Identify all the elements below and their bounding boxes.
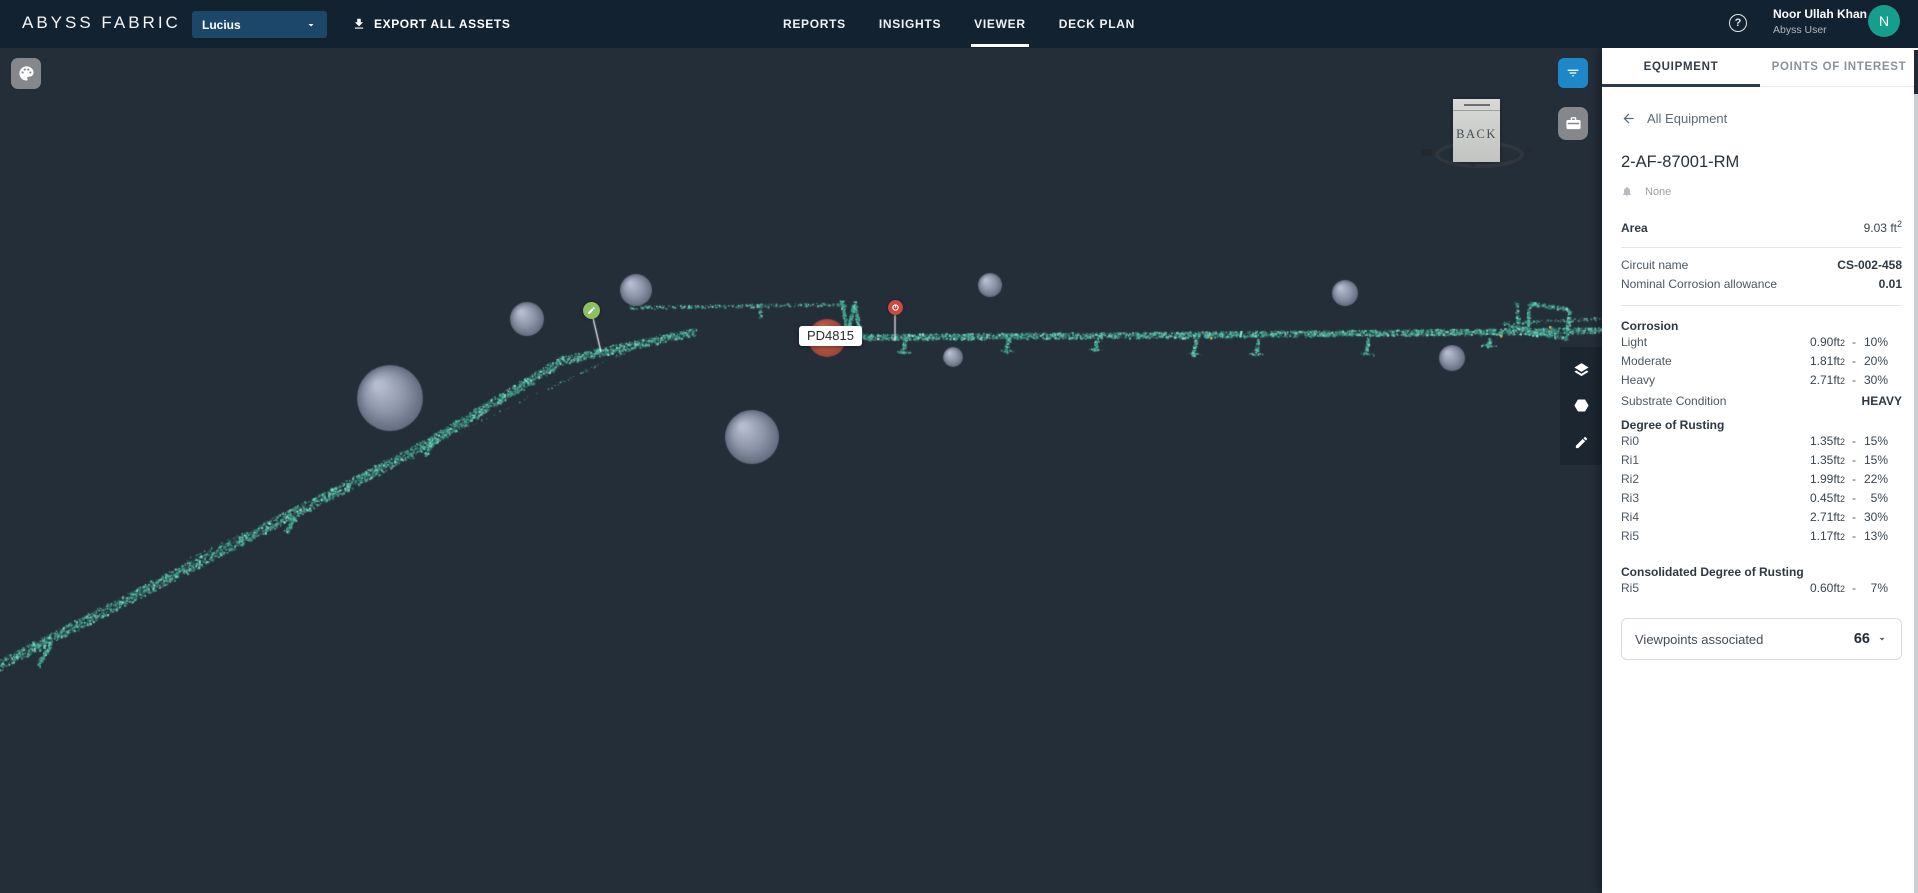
details-panel: EQUIPMENT POINTS OF INTEREST All Equipme… (1602, 48, 1918, 893)
abyss-fabric-app: { "topbar": { "logo": "ABYSS FABRIC", "s… (0, 0, 1918, 893)
corrosion-row: Moderate 1.81 ft 2-20% (1621, 354, 1902, 373)
row-value: 0.90 ft 2-10% (1809, 335, 1888, 349)
row-label: Heavy (1621, 373, 1656, 387)
rusting-row: Ri1 1.35 ft 2-15% (1621, 453, 1902, 472)
row-value: 1.81 ft 2-20% (1809, 354, 1888, 368)
target-icon (891, 303, 900, 312)
row-label: Ri5 (1621, 529, 1640, 543)
ring-mark-left (1421, 149, 1432, 156)
alarm-status: None (1645, 185, 1672, 198)
row-label: Moderate (1621, 354, 1672, 368)
row-value: 2.71 ft 2-30% (1809, 373, 1888, 387)
row-label: Ri1 (1621, 453, 1640, 467)
circuit-name-row: Circuit name CS-002-458 (1621, 258, 1902, 272)
tab-reports[interactable]: REPORTS (780, 0, 849, 48)
scrollbar-thumb[interactable] (1914, 50, 1918, 94)
row-label: Ri4 (1621, 510, 1640, 524)
corrosion-row: Heavy 2.71 ft 2-30% (1621, 373, 1902, 392)
palette-icon (18, 65, 35, 82)
user-role: Abyss User (1773, 24, 1827, 36)
row-label: Ri3 (1621, 491, 1640, 505)
row-value: 1.35 ft 2-15% (1809, 434, 1888, 448)
row-value: 1.17 ft 2-13% (1809, 529, 1888, 543)
rusting-row: Ri0 1.35 ft 2-15% (1621, 434, 1902, 453)
color-palette-button[interactable] (11, 58, 41, 89)
user-info: Noor Ullah Khan Abyss User (1773, 7, 1867, 37)
consolidated-row: Ri5 0.60 ft 2-7% (1621, 581, 1902, 600)
annotate-button[interactable] (1560, 425, 1602, 461)
bell-icon (1621, 185, 1633, 198)
viewer-toolstrip (1560, 347, 1602, 465)
substrate-condition-row: Substrate Condition HEAVY (1621, 394, 1902, 408)
row-label: Ri5 (1621, 581, 1640, 595)
user-name: Noor Ullah Khan (1773, 7, 1868, 21)
ring-mark-bottom: ≈ (1470, 160, 1476, 171)
hexagon-icon (1573, 397, 1590, 414)
equipment-tag-label[interactable]: PD4815 (799, 326, 862, 346)
help-icon[interactable]: ? (1729, 14, 1747, 32)
sign-top-strip (1453, 99, 1500, 111)
top-bar: ABYSS FABRIC Lucius EXPORT ALL ASSETS RE… (0, 0, 1918, 48)
area-value: 9.03 ft2 (1863, 219, 1902, 235)
viewpoints-dropdown[interactable]: Viewpoints associated 66 (1621, 618, 1902, 660)
main-nav: REPORTS INSIGHTS VIEWER DECK PLAN (0, 0, 1918, 48)
row-value: 0.45 ft 2-5% (1809, 491, 1888, 505)
rusting-row: Ri5 1.17 ft 2-13% (1621, 529, 1902, 548)
ring-mark-right: ≈ (1525, 143, 1532, 157)
hexagon-button[interactable] (1560, 388, 1602, 424)
panel-scrollbar[interactable] (1914, 50, 1918, 893)
consolidated-rusting-header: Consolidated Degree of Rusting (1621, 564, 1804, 579)
row-label: Ri2 (1621, 472, 1640, 486)
rusting-row: Ri3 0.45 ft 2-5% (1621, 491, 1902, 510)
toolbox-button[interactable] (1558, 107, 1588, 140)
red-poi-pin[interactable] (888, 300, 903, 315)
sign-text: BACK (1456, 127, 1497, 141)
avatar[interactable]: N (1868, 5, 1900, 37)
nominal-corrosion-row: Nominal Corrosion allowance 0.01 (1621, 277, 1902, 291)
corrosion-header: Corrosion (1621, 318, 1679, 333)
row-value: 1.99 ft 2-22% (1809, 472, 1888, 486)
row-label: Light (1621, 335, 1648, 349)
row-value: 2.71 ft 2-30% (1809, 510, 1888, 524)
filter-icon (1565, 65, 1581, 81)
alarm-status-row: None (1621, 185, 1902, 198)
tab-deck-plan[interactable]: DECK PLAN (1056, 0, 1138, 48)
back-arrow-icon (1621, 111, 1636, 126)
corrosion-row: Light 0.90 ft 2-10% (1621, 335, 1902, 354)
back-sign: BACK (1453, 99, 1500, 162)
layers-button[interactable] (1560, 351, 1602, 387)
rusting-row: Ri2 1.99 ft 2-22% (1621, 472, 1902, 491)
tab-viewer[interactable]: VIEWER (971, 0, 1029, 48)
viewpoints-count: 66 (1853, 631, 1870, 647)
consolidated-rows: Ri5 0.60 ft 2-7% (1621, 581, 1902, 600)
pencil-icon (587, 306, 596, 315)
green-annotation-pin[interactable] (583, 302, 600, 319)
row-value: 1.35 ft 2-15% (1809, 453, 1888, 467)
filter-button[interactable] (1558, 58, 1588, 88)
rusting-row: Ri4 2.71 ft 2-30% (1621, 510, 1902, 529)
chevron-down-icon (1876, 633, 1888, 645)
tab-insights[interactable]: INSIGHTS (876, 0, 944, 48)
layers-icon (1573, 361, 1590, 378)
area-row: Area 9.03 ft2 (1621, 219, 1902, 235)
tab-equipment[interactable]: EQUIPMENT (1602, 48, 1760, 87)
pencil-icon (1574, 435, 1589, 450)
rusting-header: Degree of Rusting (1621, 417, 1725, 432)
tab-points-of-interest[interactable]: POINTS OF INTEREST (1760, 48, 1918, 86)
briefcase-icon (1565, 115, 1582, 132)
panel-tabs: EQUIPMENT POINTS OF INTEREST (1602, 48, 1918, 87)
corrosion-rows: Light 0.90 ft 2-10% Moderate 1.81 ft 2-20% H… (1621, 335, 1902, 392)
row-value: 0.60 ft 2-7% (1809, 581, 1888, 595)
equipment-title: 2-AF-87001-RM (1621, 153, 1740, 171)
rusting-rows: Ri0 1.35 ft 2-15% Ri1 1.35 ft 2-15% Ri2 1.99… (1621, 434, 1902, 548)
all-equipment-back-link[interactable]: All Equipment (1621, 111, 1727, 126)
row-label: Ri0 (1621, 434, 1640, 448)
